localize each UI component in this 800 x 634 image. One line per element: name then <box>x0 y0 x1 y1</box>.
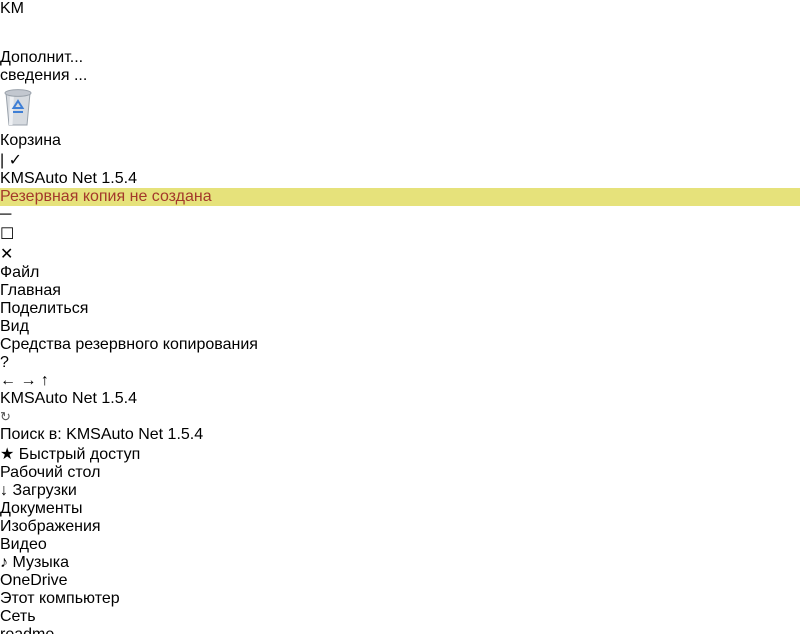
sidebar-item-downloads[interactable]: ↓ Загрузки <box>0 482 800 500</box>
quick-access-toolbar: | ✓ <box>0 150 800 170</box>
ribbon-tab-row: Файл Главная Поделиться Вид Средства рез… <box>0 264 800 372</box>
tab-file[interactable]: Файл <box>0 264 800 282</box>
address-bar-row: ← → ↑ KMSAuto Net 1.5.4 ↻ Поиск в: KMSAu… <box>0 372 800 444</box>
address-bar[interactable]: KMSAuto Net 1.5.4 <box>0 390 800 408</box>
tab-backup-tools[interactable]: Средства резервного копирования <box>0 336 800 354</box>
backup-warning-banner[interactable]: Резервная копия не создана <box>0 188 800 206</box>
star-icon: ★ <box>0 446 14 463</box>
back-button[interactable]: ← <box>0 372 16 389</box>
desktop-icon-label: Дополнит... сведения ... <box>0 49 800 85</box>
music-note-icon: ♪ <box>0 554 8 571</box>
refresh-icon[interactable]: ↻ <box>0 409 11 424</box>
desktop-icon-info-shortcut[interactable]: Дополнит... сведения ... <box>0 18 800 85</box>
close-button[interactable]: ✕ <box>0 244 800 264</box>
file-name: readme <box>0 626 800 634</box>
navigation-pane: ★ Быстрый доступ Рабочий стол ↓ Загрузки… <box>0 444 800 626</box>
tab-home[interactable]: Главная <box>0 282 800 300</box>
file-item-readme[interactable]: readme <box>0 626 800 634</box>
sidebar-item-music[interactable]: ♪ Музыка <box>0 554 800 572</box>
minimize-button[interactable]: ─ <box>0 206 800 224</box>
window-title: KMSAuto Net 1.5.4 <box>0 170 137 187</box>
properties-check-icon[interactable]: ✓ <box>9 152 22 169</box>
separator: | <box>0 152 4 169</box>
desktop-icon-kmsauto-partial-label[interactable]: KM <box>0 0 800 18</box>
sidebar-item-quick-access[interactable]: ★ Быстрый доступ <box>0 444 800 464</box>
desktop-icon-recycle-bin[interactable]: Корзина <box>0 85 800 150</box>
explorer-search-input[interactable]: Поиск в: KMSAuto Net 1.5.4 <box>0 426 800 444</box>
tab-view[interactable]: Вид <box>0 318 800 336</box>
tab-share[interactable]: Поделиться <box>0 300 800 318</box>
search-placeholder: Поиск в: KMSAuto Net 1.5.4 <box>0 426 203 443</box>
window-controls: ─ ☐ ✕ <box>0 206 800 264</box>
sidebar-item-onedrive[interactable]: OneDrive <box>0 572 800 590</box>
sidebar-item-this-pc[interactable]: Этот компьютер <box>0 590 800 608</box>
up-button[interactable]: ↑ <box>41 372 49 389</box>
maximize-button[interactable]: ☐ <box>0 224 800 244</box>
download-arrow-icon: ↓ <box>0 482 8 499</box>
sidebar-item-network[interactable]: Сеть <box>0 608 800 626</box>
recycle-bin-icon <box>0 85 36 127</box>
sidebar-item-desktop[interactable]: Рабочий стол <box>0 464 800 482</box>
sidebar-item-videos[interactable]: Видео <box>0 536 800 554</box>
recycle-bin-label: Корзина <box>0 132 800 150</box>
explorer-titlebar[interactable]: | ✓ KMSAuto Net 1.5.4 Резервная копия не… <box>0 150 800 264</box>
file-list-area[interactable]: readme M KMSAuto Net <box>0 626 800 634</box>
desktop: KM Дополнит... сведения ... Корзина <box>0 0 800 634</box>
forward-button[interactable]: → <box>20 372 36 389</box>
explorer-window: | ✓ KMSAuto Net 1.5.4 Резервная копия не… <box>0 150 800 634</box>
image-placeholder-icon <box>0 18 800 49</box>
sidebar-item-documents[interactable]: Документы <box>0 500 800 518</box>
help-icon[interactable]: ? <box>0 354 9 371</box>
sidebar-item-pictures[interactable]: Изображения <box>0 518 800 536</box>
breadcrumb-path[interactable]: KMSAuto Net 1.5.4 <box>0 390 137 407</box>
